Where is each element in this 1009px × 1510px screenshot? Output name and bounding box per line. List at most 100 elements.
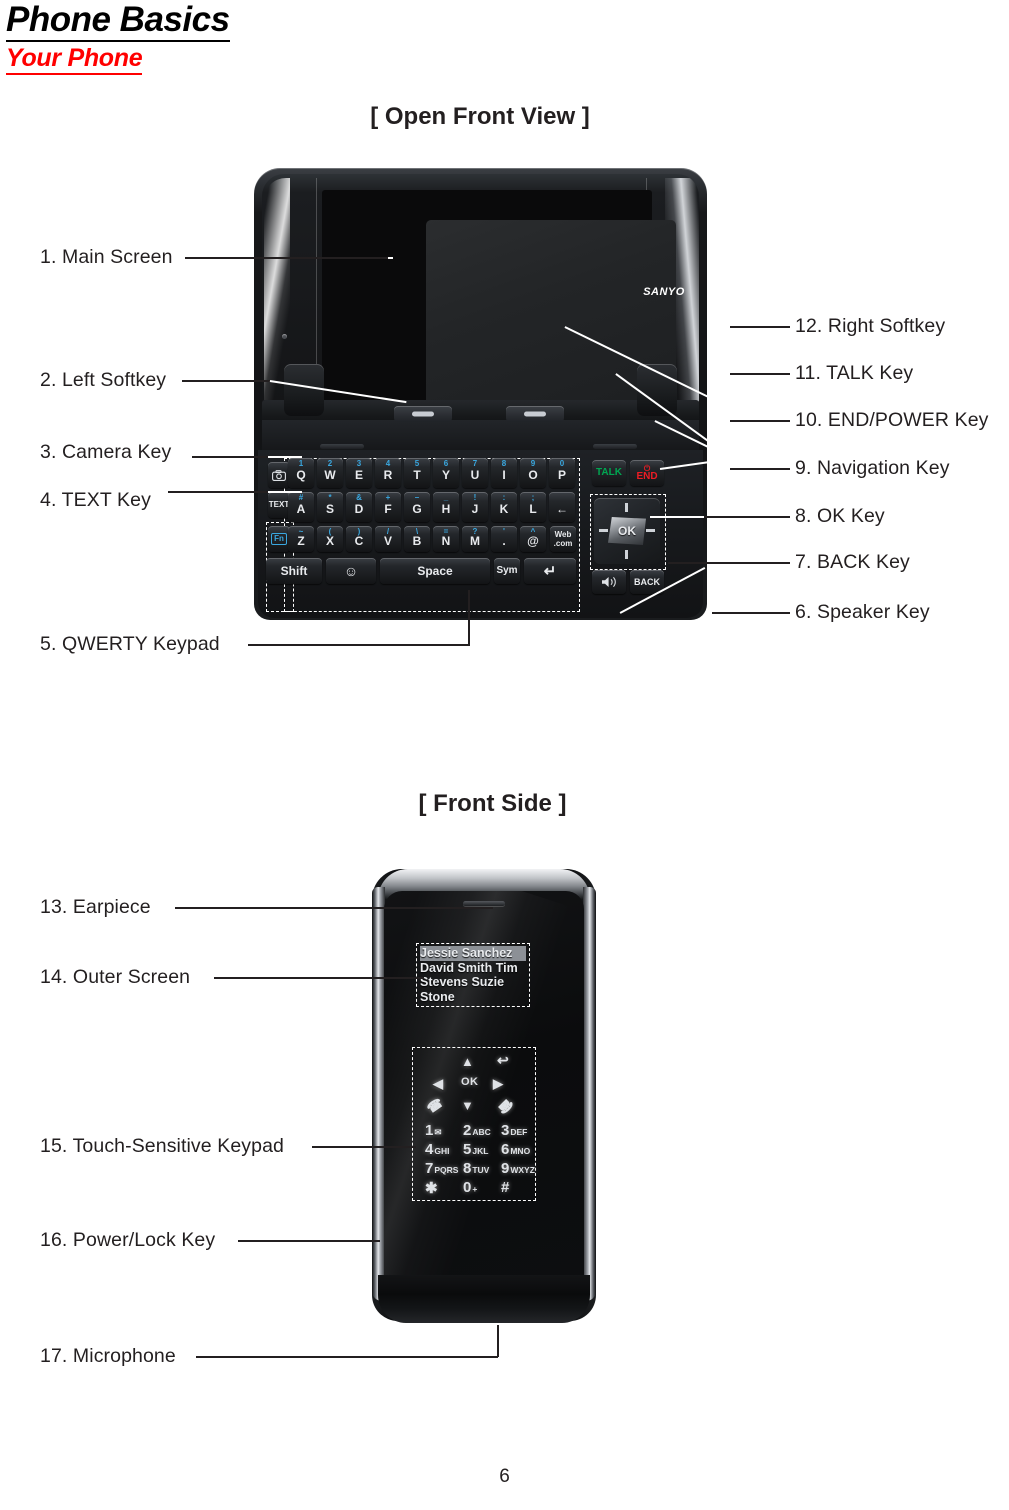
key-alt-label: 4 (385, 459, 391, 468)
enter-key[interactable]: ↵ (524, 558, 576, 584)
sym-key[interactable]: Sym (494, 558, 520, 584)
speaker-key[interactable] (592, 570, 626, 594)
touch-key-9[interactable]: 9WXYZ (501, 1160, 535, 1178)
key-main-label: J (471, 502, 479, 516)
key-alt-label: 5 (414, 459, 420, 468)
touch-key-6[interactable]: 6MNO (501, 1141, 530, 1159)
key-u-6[interactable]: 7U (462, 458, 488, 488)
leader-ok-key-tip (650, 516, 704, 518)
nav-right-icon[interactable]: ▶ (493, 1076, 503, 1092)
talk-icon[interactable]: ☎ (424, 1095, 446, 1117)
key-s-1[interactable]: * S (317, 492, 343, 522)
nav-down-icon[interactable]: ▼ (461, 1098, 474, 1113)
touch-key-0[interactable]: 0+ (463, 1179, 477, 1197)
callout-microphone: 17. Microphone (40, 1345, 176, 1367)
key-d-2[interactable]: & D (346, 492, 372, 522)
key-p-9[interactable]: 0P (549, 458, 575, 488)
leader-end-power-key (730, 420, 790, 422)
text-key[interactable]: TEXT (268, 492, 290, 518)
key-main-label: Z (297, 534, 305, 548)
web-key-label-bottom: .com (553, 539, 573, 548)
key-main-label: K (499, 502, 509, 516)
key-f-3[interactable]: + F (375, 492, 401, 522)
key-i-7[interactable]: 8I (491, 458, 517, 488)
key-t-4[interactable]: 5T (404, 458, 430, 488)
key-n-5[interactable]: = N (433, 526, 459, 552)
key--9[interactable]: ← (549, 492, 575, 522)
key-g-4[interactable]: – G (404, 492, 430, 522)
key--8[interactable]: ^ @ (520, 526, 546, 552)
key-k-7[interactable]: :K (491, 492, 517, 522)
touch-key-7[interactable]: 7PQRS (425, 1160, 458, 1178)
key-l-8[interactable]: ; L (520, 492, 546, 522)
touch-sensitive-keypad[interactable]: ▲ ◀ OK ▶ ↩ ▼ ☎ ☎ 1✉ 2ABC 3DEF 4GHI 5JKL 6MNO 7… (412, 1047, 536, 1201)
earpiece (463, 901, 505, 906)
key-main-label: L (529, 502, 537, 516)
talk-key[interactable]: TALK (592, 460, 626, 486)
web-dot-com-key[interactable]: Web .com (550, 526, 576, 552)
nav-down-tick (625, 550, 628, 559)
key-c-2[interactable]: ) C (346, 526, 372, 552)
key-main-label: P (557, 468, 566, 482)
touch-key-letters: JKL (472, 1146, 489, 1156)
key--7[interactable]: '. (491, 526, 517, 552)
key-main-label: O (528, 468, 538, 482)
touch-key-1[interactable]: 1✉ (425, 1122, 441, 1140)
shift-key[interactable]: Shift (266, 558, 322, 584)
key-main-label: X (325, 534, 334, 548)
key-z-0[interactable]: ~ Z (288, 526, 314, 552)
touch-key-8[interactable]: 8TUV (463, 1160, 489, 1178)
callout-navigation-key: 9. Navigation Key (795, 457, 950, 479)
leader-text-key-tip (268, 491, 302, 493)
touch-key-2[interactable]: 2ABC (463, 1122, 491, 1140)
touch-key-number: 5 (463, 1141, 472, 1158)
navigation-key[interactable]: OK (594, 498, 660, 564)
enter-icon: ↵ (543, 562, 557, 580)
emoticon-key[interactable]: ☺ (326, 558, 376, 584)
touch-key-hash[interactable]: # (501, 1179, 509, 1197)
touch-ok-key[interactable]: OK (461, 1076, 479, 1088)
key-b-4[interactable]: \ B (404, 526, 430, 552)
contact-item[interactable]: David Smith (420, 961, 492, 975)
key-m-6[interactable]: ? M (462, 526, 488, 552)
key-r-3[interactable]: 4R (375, 458, 401, 488)
key-alt-label: 0 (559, 459, 565, 468)
touch-key-number: 9 (501, 1160, 510, 1177)
key-alt-label: & (356, 493, 362, 502)
contact-item-selected[interactable]: Jessie Sanchez (420, 946, 526, 961)
key-o-8[interactable]: 9O (520, 458, 546, 488)
nav-left-icon[interactable]: ◀ (433, 1076, 443, 1092)
key-h-5[interactable]: _ H (433, 492, 459, 522)
end-icon[interactable]: ☎ (494, 1095, 516, 1117)
space-key[interactable]: Space (380, 558, 490, 584)
fn-key[interactable]: Fn (268, 526, 290, 552)
touch-key-4[interactable]: 4GHI (425, 1141, 449, 1159)
key-a-0[interactable]: # A (288, 492, 314, 522)
key-w-1[interactable]: 2W (317, 458, 343, 488)
key-alt-label: / (386, 527, 390, 536)
space-key-label: Space (417, 564, 453, 578)
callout-talk-key: 11. TALK Key (795, 362, 914, 384)
ok-key[interactable]: OK (608, 517, 646, 545)
key-q-0[interactable]: 1Q (288, 458, 314, 488)
sanyo-logo: SANYO (643, 286, 685, 298)
touch-key-number: # (501, 1179, 510, 1196)
touch-key-5[interactable]: 5JKL (463, 1141, 488, 1159)
leader-left-softkey (182, 380, 270, 382)
nav-left-tick (599, 529, 608, 532)
nav-up-icon[interactable]: ▲ (461, 1054, 474, 1069)
touch-key-star[interactable]: ✱ (425, 1179, 438, 1198)
key-e-2[interactable]: 3E (346, 458, 372, 488)
callout-text-key: 4. TEXT Key (40, 489, 151, 511)
end-power-key[interactable]: ⏻ END (630, 460, 664, 486)
right-softkey[interactable] (506, 406, 564, 422)
key-v-3[interactable]: / V (375, 526, 401, 552)
back-icon[interactable]: ↩ (497, 1052, 509, 1069)
key-y-5[interactable]: 6Y (433, 458, 459, 488)
left-softkey[interactable] (394, 406, 452, 422)
touch-key-3[interactable]: 3DEF (501, 1122, 527, 1140)
key-x-1[interactable]: (X (317, 526, 343, 552)
camera-key[interactable] (268, 462, 290, 488)
key-main-label: A (296, 502, 306, 516)
key-j-6[interactable]: ! J (462, 492, 488, 522)
